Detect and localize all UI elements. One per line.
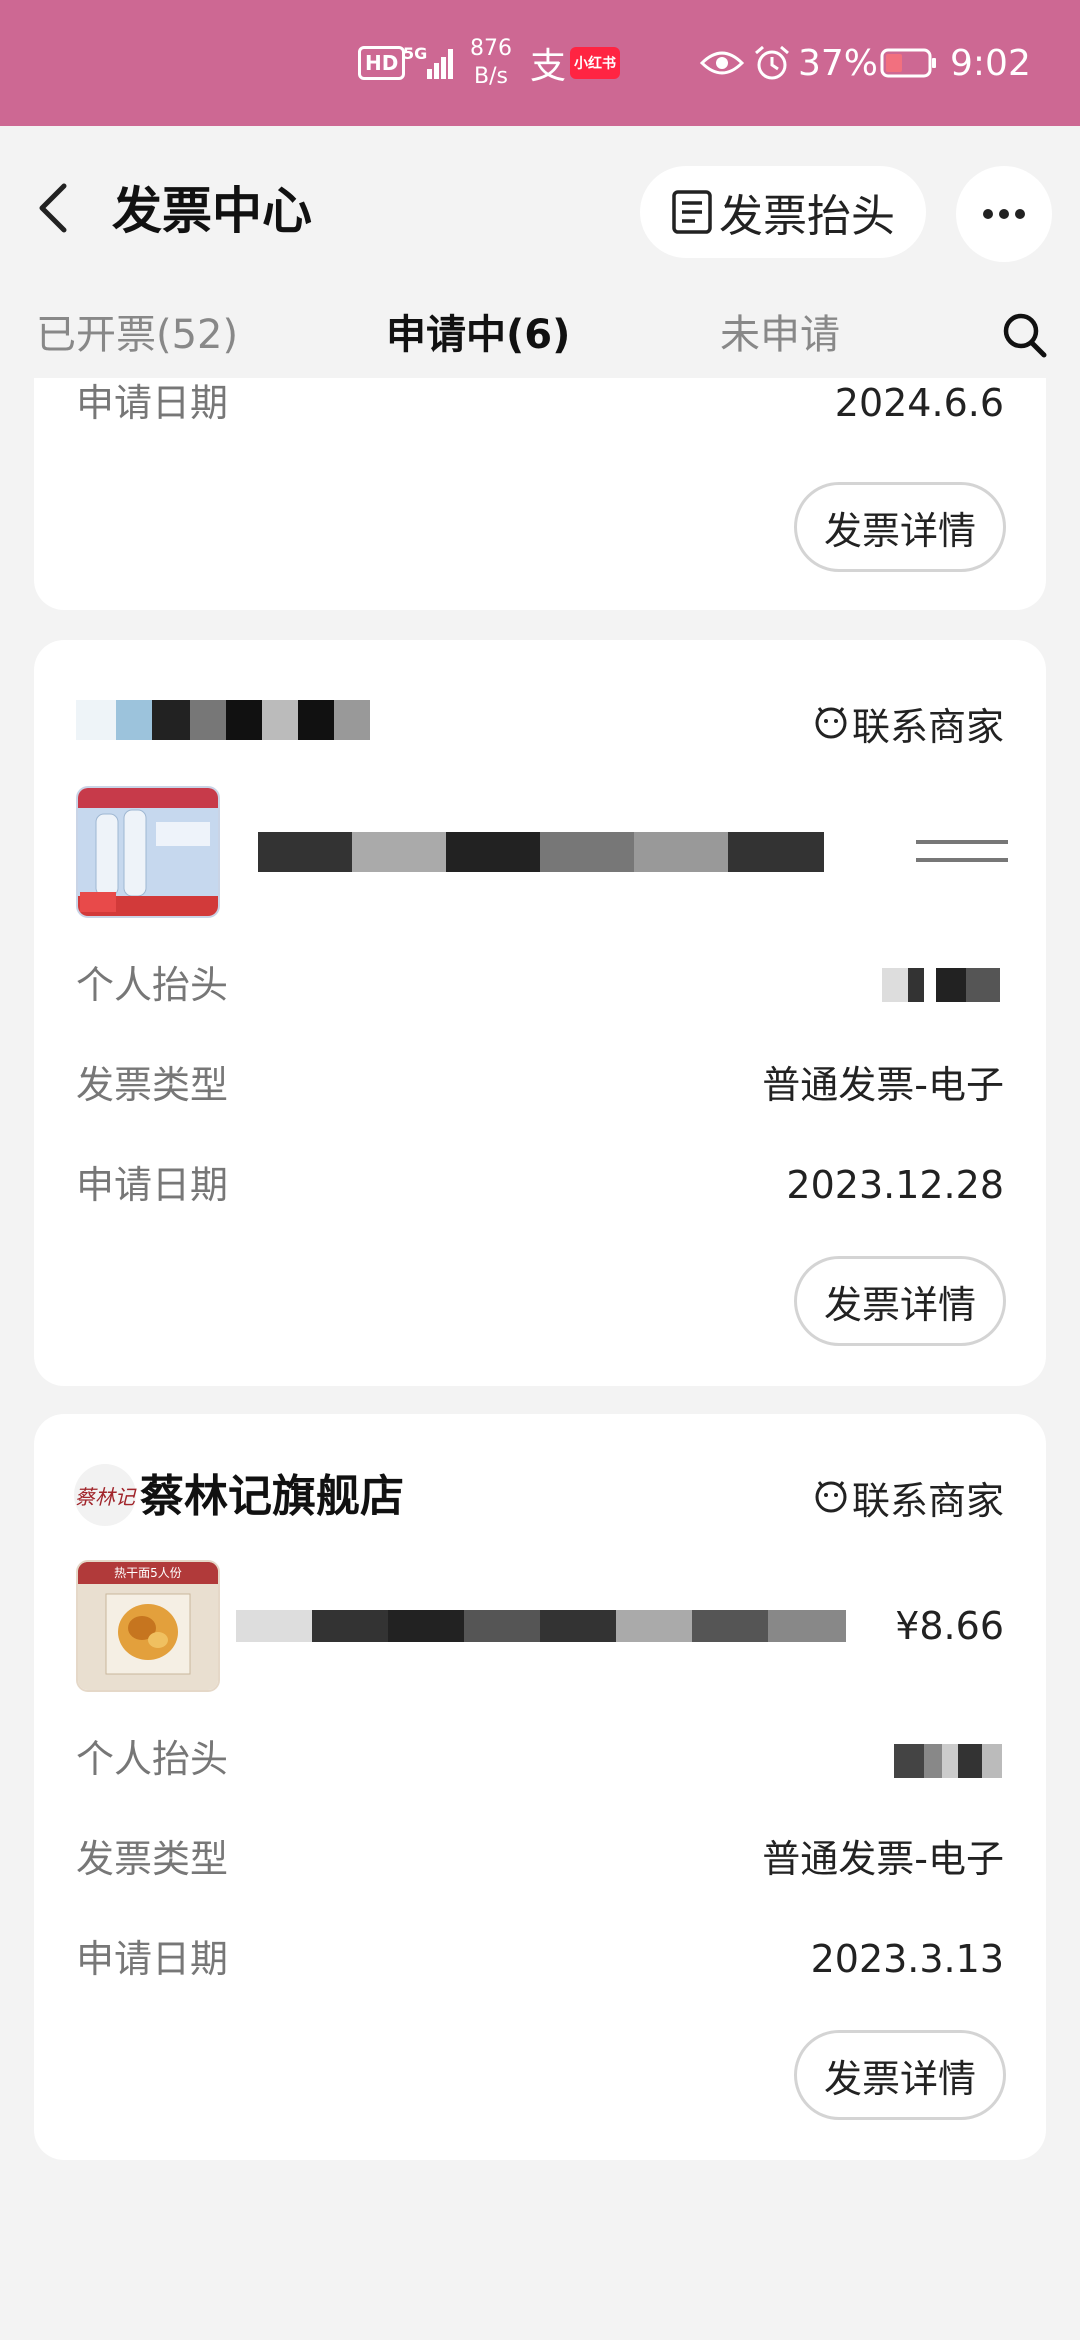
shop-name[interactable]: 蔡林记旗舰店 (140, 1466, 404, 1528)
invoice-type-value: 普通发票-电子 (762, 1837, 1004, 1881)
eye-icon (700, 0, 744, 126)
invoice-detail-button[interactable]: 发票详情 (794, 482, 1006, 572)
network-speed: 876 B/s (470, 0, 512, 126)
invoice-card: 申请日期 2024.6.6 发票详情 (34, 378, 1046, 610)
shop-logo: 蔡林记 (74, 1464, 136, 1526)
contact-merchant-button[interactable]: 联系商家 (814, 1466, 1004, 1528)
apply-date-label: 申请日期 (76, 1163, 229, 1207)
alipay-glyph: 支 (530, 46, 567, 87)
invoice-type-label: 发票类型 (76, 1063, 229, 1107)
invoice-title-button[interactable]: 发票抬头 (640, 166, 926, 258)
invoice-card: 联系商家 个人抬头 发票类型 普通发票-电子 申请日期 2023.12.28 发… (34, 640, 1046, 1386)
redacted-price (916, 840, 1008, 864)
apply-date-value: 2023.3.13 (810, 1937, 1004, 1981)
invoice-detail-button[interactable]: 发票详情 (794, 2030, 1006, 2120)
svg-text:5G: 5G (403, 44, 427, 63)
hd-label: HD (358, 46, 406, 80)
battery-icon (880, 0, 938, 126)
redacted-shop-name (76, 700, 404, 740)
product-badge: 热干面5人份 (78, 1562, 218, 1584)
redacted-product-title (258, 832, 824, 872)
invoice-type-value: 普通发票-电子 (762, 1063, 1004, 1107)
search-icon[interactable] (1000, 310, 1048, 360)
more-dots-icon (983, 209, 1025, 219)
shop-logo-text: 蔡林记 (75, 1484, 135, 1509)
redacted-personal-title (894, 1744, 1002, 1778)
apply-date-value: 2024.6.6 (834, 381, 1004, 425)
tab-applying[interactable]: 申请中(6) (386, 300, 570, 370)
contact-merchant-label: 联系商家 (851, 704, 1004, 749)
hd-indicator: HD (358, 0, 406, 126)
invoice-title-label: 发票抬头 (719, 191, 895, 242)
personal-title-label: 个人抬头 (76, 1737, 229, 1781)
speed-value: 876 (470, 36, 512, 61)
alarm-icon (752, 0, 792, 126)
invoice-detail-button[interactable]: 发票详情 (794, 1256, 1006, 1346)
chat-face-icon (815, 1481, 847, 1513)
tab-issued[interactable]: 已开票(52) (36, 300, 238, 370)
redacted-product-title (236, 1610, 846, 1642)
contact-merchant-button[interactable]: 联系商家 (814, 692, 1004, 754)
redacted-personal-title (882, 968, 1000, 1002)
alipay-icon: 支 (530, 0, 566, 126)
battery-percent: 37% (798, 42, 879, 84)
apply-date-label: 申请日期 (76, 1937, 229, 1981)
invoice-icon (672, 190, 712, 234)
contact-merchant-label: 联系商家 (851, 1478, 1004, 1523)
chat-face-icon (815, 707, 847, 739)
speed-unit: B/s (474, 64, 508, 89)
status-bar: HD 5G 876 B/s 支 小红书 37% 9:02 (0, 0, 1080, 126)
more-button[interactable] (956, 166, 1052, 262)
product-image[interactable]: 热干面5人份 (76, 1560, 220, 1692)
xhs-badge: 小红书 (570, 47, 620, 79)
apply-date-label: 申请日期 (76, 381, 229, 425)
page-title: 发票中心 (112, 182, 312, 240)
xiaohongshu-icon: 小红书 (570, 0, 620, 126)
clock: 9:02 (950, 42, 1031, 84)
invoice-type-label: 发票类型 (76, 1837, 229, 1881)
apply-date-value: 2023.12.28 (786, 1163, 1004, 1207)
invoice-tabs: 已开票(52) 申请中(6) 未申请 (0, 290, 1080, 380)
signal-icon: 5G (403, 0, 459, 126)
personal-title-label: 个人抬头 (76, 963, 229, 1007)
product-price: ¥8.66 (895, 1604, 1004, 1648)
invoice-card: 蔡林记 蔡林记旗舰店 联系商家 热干面5人份 ¥8.66 个人抬头 发票类型 普… (34, 1414, 1046, 2160)
tab-unapplied[interactable]: 未申请 (720, 300, 840, 370)
back-icon[interactable] (34, 178, 74, 238)
product-image[interactable] (76, 786, 220, 918)
